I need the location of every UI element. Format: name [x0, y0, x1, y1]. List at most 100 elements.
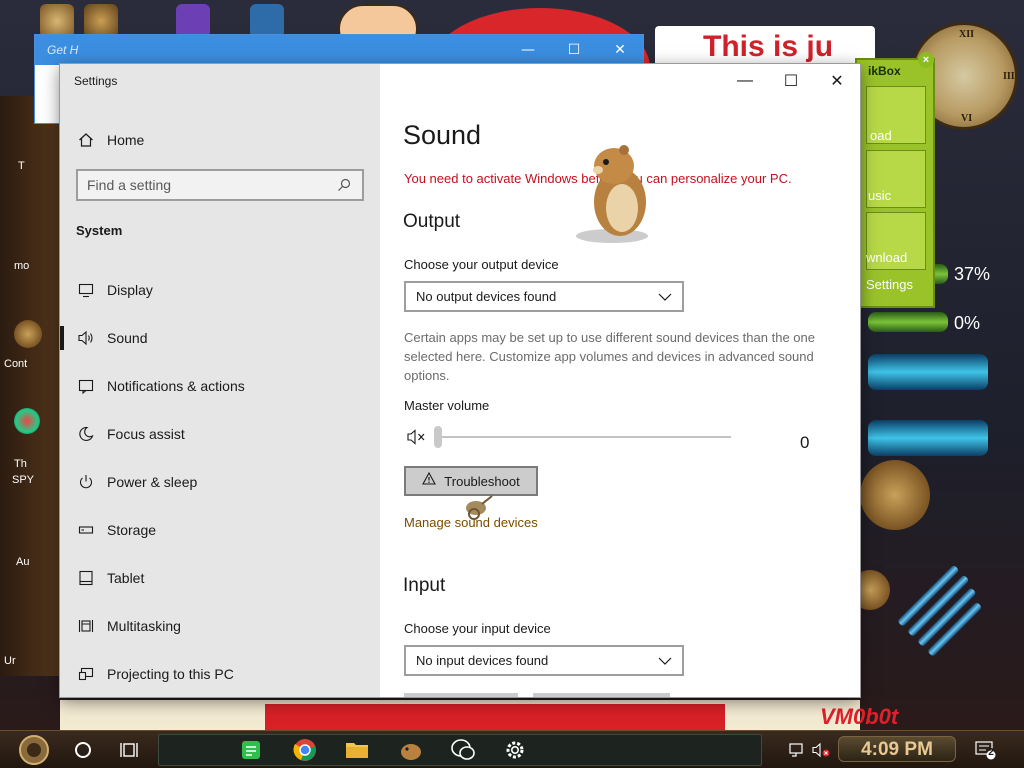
- close-button[interactable]: ✕: [814, 64, 860, 98]
- left-gadget-label-5: SPY: [12, 474, 35, 486]
- notifications-icon: [76, 376, 96, 396]
- sidebar-item-label: Storage: [107, 522, 157, 538]
- desktop-bottom-red: [265, 704, 725, 730]
- speaker-icon: [76, 328, 96, 348]
- background-close-button[interactable]: ✕: [597, 35, 643, 65]
- left-gadget-label-1: T: [18, 160, 25, 172]
- sidebar-home[interactable]: Home: [60, 124, 380, 156]
- background-window-title: Get H: [47, 43, 79, 57]
- chevron-down-icon: [658, 288, 672, 306]
- sidebar-section-label: System: [76, 223, 123, 238]
- sidebar-item-storage[interactable]: Storage: [60, 506, 380, 554]
- system-tray-volume[interactable]: [810, 734, 832, 766]
- maximize-button[interactable]: ☐: [768, 64, 814, 98]
- gear-desktop-icon[interactable]: [84, 4, 118, 38]
- settings-window: Settings Home System Display: [60, 64, 860, 697]
- left-gadget-label-2: mo: [14, 260, 30, 272]
- background-minimize-button[interactable]: —: [505, 35, 551, 65]
- mute-speaker-icon[interactable]: [406, 428, 428, 448]
- taskbar-pet-app[interactable]: [394, 734, 428, 766]
- cpu-percent: 37%: [954, 264, 991, 284]
- power-icon: [76, 472, 96, 492]
- gear-icon: [506, 741, 524, 759]
- sidebar-item-label: Focus assist: [107, 426, 185, 442]
- left-gear-2: [14, 408, 40, 434]
- input-device-value: No input devices found: [416, 653, 549, 668]
- memory-percent: 0%: [954, 313, 981, 333]
- page-title: Sound: [403, 120, 482, 150]
- taskbar-settings-app[interactable]: [498, 734, 532, 766]
- master-volume-track[interactable]: [435, 436, 731, 438]
- sidebar-item-tablet[interactable]: Tablet: [60, 554, 380, 602]
- sidebar-item-notifications[interactable]: Notifications & actions: [60, 362, 380, 410]
- search-input[interactable]: [78, 177, 332, 193]
- desktop-banner-text: This is ju: [703, 30, 834, 63]
- muhikbox-title: ikBox: [868, 64, 901, 78]
- memory-tube: [868, 420, 988, 456]
- taskbar-clock[interactable]: 4:09 PM: [838, 736, 956, 762]
- master-volume-label: Master volume: [404, 398, 490, 413]
- left-gadget-label-7: Ur: [4, 655, 16, 667]
- sidebar-item-sound[interactable]: Sound: [60, 314, 380, 362]
- search-button[interactable]: [68, 734, 98, 766]
- left-gadget-panel: [0, 96, 60, 676]
- background-maximize-button[interactable]: ☐: [551, 35, 597, 65]
- input-device-dropdown[interactable]: No input devices found: [404, 645, 684, 676]
- taskbar-file-explorer-app[interactable]: [340, 734, 374, 766]
- gear-start-icon: [19, 735, 49, 765]
- start-button[interactable]: [14, 734, 54, 766]
- action-center-button[interactable]: 2: [970, 734, 1000, 766]
- left-gadget-label-3: Cont: [4, 358, 28, 370]
- background-window-titlebar[interactable]: Get H — ☐ ✕: [35, 35, 643, 65]
- sidebar-item-multitasking[interactable]: Multitasking: [60, 602, 380, 650]
- taskbar-chrome-app[interactable]: [288, 734, 322, 766]
- cpu-tube: [868, 354, 988, 390]
- app-title: Settings: [74, 74, 118, 88]
- storage-icon: [76, 520, 96, 540]
- muhikbox-close-icon[interactable]: ×: [918, 52, 934, 68]
- taskbar-notes-app[interactable]: [234, 734, 268, 766]
- settings-sidebar: Settings Home System Display: [60, 64, 380, 697]
- master-volume-slider-thumb[interactable]: [434, 426, 442, 448]
- visual-studio-icon[interactable]: [176, 4, 210, 38]
- notification-count-badge: 2: [988, 747, 994, 758]
- muhikbox-label-upload: oad: [870, 128, 892, 143]
- output-device-value: No output devices found: [416, 289, 557, 304]
- notes-icon: [242, 741, 260, 759]
- volume-muted-icon: [812, 742, 830, 758]
- folder-icon: [346, 743, 368, 758]
- hamster-desktop-pet[interactable]: [572, 138, 660, 249]
- task-view-icon: [120, 743, 138, 757]
- muhikbox-settings-label[interactable]: Settings: [866, 277, 913, 292]
- search-box[interactable]: [76, 169, 364, 201]
- muhikbox-label-download: wnload: [866, 250, 908, 265]
- network-icon: [789, 743, 803, 757]
- system-tray-network[interactable]: [786, 734, 808, 766]
- mouse-cursor-pet: [462, 490, 494, 527]
- window-controls: — ☐ ✕: [722, 64, 860, 98]
- search-icon[interactable]: [332, 173, 356, 197]
- clock-numeral: VI: [961, 113, 973, 124]
- cutoff-help-text: [404, 693, 784, 697]
- cortana-circle-icon: [75, 742, 91, 758]
- sidebar-item-label: Notifications & actions: [107, 378, 245, 394]
- minimize-button[interactable]: —: [722, 64, 768, 98]
- output-device-dropdown[interactable]: No output devices found: [404, 281, 684, 312]
- sidebar-item-power-sleep[interactable]: Power & sleep: [60, 458, 380, 506]
- sidebar-nav-list: Display Sound Notifications & actions Fo…: [60, 266, 380, 697]
- task-view-button[interactable]: [114, 734, 144, 766]
- troubleshoot-label: Troubleshoot: [444, 473, 520, 489]
- gear-clock-desktop-icon[interactable]: [40, 4, 74, 38]
- sidebar-item-display[interactable]: Display: [60, 266, 380, 314]
- clock-numeral: III: [1003, 71, 1015, 82]
- sidebar-item-focus-assist[interactable]: Focus assist: [60, 410, 380, 458]
- sidebar-item-projecting[interactable]: Projecting to this PC: [60, 650, 380, 697]
- taskbar-feedback-app[interactable]: [446, 734, 480, 766]
- master-volume-value: 0: [800, 433, 810, 452]
- muhikbox-label-music: usic: [868, 188, 892, 203]
- sidebar-home-label: Home: [107, 132, 145, 148]
- virtualbox-icon[interactable]: [250, 4, 284, 38]
- left-gadget-label-6: Au: [16, 556, 30, 568]
- chevron-down-icon: [658, 652, 672, 670]
- sidebar-item-label: Power & sleep: [107, 474, 198, 490]
